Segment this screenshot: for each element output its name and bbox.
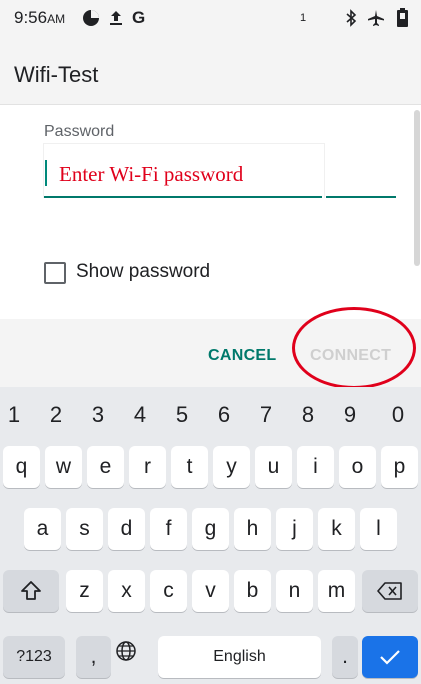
upload-icon <box>110 11 122 25</box>
bluetooth-icon <box>346 9 357 27</box>
text-cursor <box>45 160 47 186</box>
key-n[interactable]: n <box>276 570 313 612</box>
key-m[interactable]: m <box>318 570 355 612</box>
key-f[interactable]: f <box>150 508 187 550</box>
key-i[interactable]: i <box>297 446 334 488</box>
key-y[interactable]: y <box>213 446 250 488</box>
key-l[interactable]: l <box>360 508 397 550</box>
airplane-icon <box>368 10 384 26</box>
period-key[interactable]: . <box>332 636 358 678</box>
key-d[interactable]: d <box>108 508 145 550</box>
data-saver-icon <box>83 10 99 26</box>
key-9[interactable]: 9 <box>338 402 362 428</box>
key-c[interactable]: c <box>150 570 187 612</box>
show-password-label[interactable]: Show password <box>76 261 210 283</box>
key-8[interactable]: 8 <box>296 402 320 428</box>
symbols-key[interactable]: ?123 <box>3 636 65 678</box>
comma-key[interactable]: , <box>76 636 111 678</box>
key-v[interactable]: v <box>192 570 229 612</box>
key-6[interactable]: 6 <box>212 402 236 428</box>
key-g[interactable]: g <box>192 508 229 550</box>
key-u[interactable]: u <box>255 446 292 488</box>
key-z[interactable]: z <box>66 570 103 612</box>
space-key[interactable]: English <box>158 636 321 678</box>
language-globe-icon[interactable] <box>115 640 137 667</box>
key-4[interactable]: 4 <box>128 402 152 428</box>
key-2[interactable]: 2 <box>44 402 68 428</box>
google-icon: G <box>132 8 146 27</box>
key-s[interactable]: s <box>66 508 103 550</box>
cancel-button[interactable]: CANCEL <box>208 347 276 365</box>
key-1[interactable]: 1 <box>2 402 26 428</box>
key-p[interactable]: p <box>381 446 418 488</box>
key-e[interactable]: e <box>87 446 124 488</box>
key-x[interactable]: x <box>108 570 145 612</box>
password-underline-extension <box>326 196 396 198</box>
password-label: Password <box>44 123 115 140</box>
password-underline <box>44 196 322 198</box>
password-placeholder: Enter Wi-Fi password <box>59 162 244 186</box>
key-j[interactable]: j <box>276 508 313 550</box>
status-time: 9:56AM <box>14 8 66 27</box>
key-h[interactable]: h <box>234 508 271 550</box>
sim-1-icon: 1 <box>300 12 307 24</box>
key-7[interactable]: 7 <box>254 402 278 428</box>
shift-icon <box>21 581 41 600</box>
dialog-scrollbar[interactable] <box>414 110 420 266</box>
key-a[interactable]: a <box>24 508 61 550</box>
key-k[interactable]: k <box>318 508 355 550</box>
key-5[interactable]: 5 <box>170 402 194 428</box>
checkmark-icon <box>380 650 400 665</box>
dialog-title: Wifi-Test <box>14 62 99 87</box>
key-w[interactable]: w <box>45 446 82 488</box>
shift-key[interactable] <box>3 570 59 612</box>
battery-icon <box>397 8 408 27</box>
key-o[interactable]: o <box>339 446 376 488</box>
key-t[interactable]: t <box>171 446 208 488</box>
key-b[interactable]: b <box>234 570 271 612</box>
key-q[interactable]: q <box>3 446 40 488</box>
key-r[interactable]: r <box>129 446 166 488</box>
key-3[interactable]: 3 <box>86 402 110 428</box>
key-0[interactable]: 0 <box>386 402 410 428</box>
backspace-key[interactable] <box>362 570 418 612</box>
annotation-highlight-ring <box>292 307 416 389</box>
enter-key[interactable] <box>362 636 418 678</box>
backspace-icon <box>377 582 402 600</box>
show-password-checkbox[interactable] <box>44 262 66 284</box>
